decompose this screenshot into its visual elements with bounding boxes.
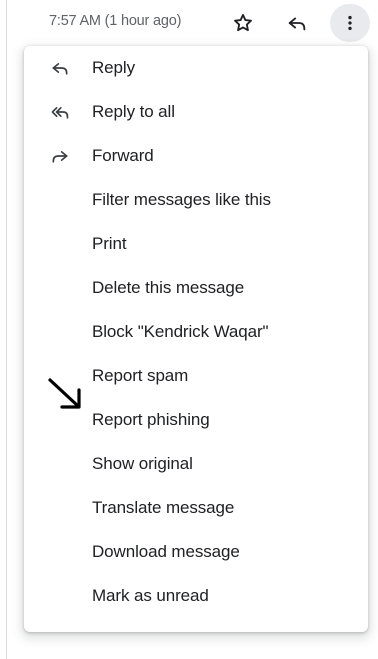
reply-all-icon bbox=[50, 102, 70, 122]
menu-item-delete-message[interactable]: Delete this message bbox=[24, 266, 368, 310]
menu-item-reply-to-all[interactable]: Reply to all bbox=[24, 90, 368, 134]
pointer-arrow-icon bbox=[48, 378, 81, 409]
menu-item-forward[interactable]: Forward bbox=[24, 134, 368, 178]
menu-item-translate-message[interactable]: Translate message bbox=[24, 486, 368, 530]
menu-item-print[interactable]: Print bbox=[24, 222, 368, 266]
menu-item-label: Download message bbox=[92, 542, 240, 561]
menu-item-filter-messages[interactable]: Filter messages like this bbox=[24, 178, 368, 222]
menu-item-label: Translate message bbox=[92, 498, 235, 517]
message-timestamp: 7:57 AM (1 hour ago) bbox=[49, 13, 182, 29]
reply-icon bbox=[288, 17, 306, 31]
menu-item-label: Reply to all bbox=[92, 102, 175, 121]
menu-item-reply[interactable]: Reply bbox=[24, 46, 368, 90]
menu-item-block-sender[interactable]: Block "Kendrick Waqar" bbox=[24, 310, 368, 354]
email-message-view: 7:57 AM (1 hour ago) Reply Reply to all … bbox=[0, 0, 378, 659]
menu-item-label: Filter messages like this bbox=[92, 190, 271, 209]
menu-item-label: Reply bbox=[92, 58, 135, 77]
menu-item-label: Forward bbox=[92, 146, 154, 165]
menu-item-label: Block "Kendrick Waqar" bbox=[92, 322, 269, 341]
more-options-button[interactable] bbox=[330, 4, 370, 42]
star-button[interactable] bbox=[230, 10, 256, 36]
menu-item-download-message[interactable]: Download message bbox=[24, 530, 368, 574]
menu-item-label: Delete this message bbox=[92, 278, 245, 297]
menu-item-label: Report spam bbox=[92, 366, 189, 385]
menu-item-mark-as-unread[interactable]: Mark as unread bbox=[24, 574, 368, 618]
menu-item-label: Print bbox=[92, 234, 127, 253]
menu-item-label: Show original bbox=[92, 454, 193, 473]
reply-button[interactable] bbox=[284, 10, 310, 36]
star-outline-icon bbox=[234, 14, 252, 32]
menu-item-label: Mark as unread bbox=[92, 586, 209, 605]
forward-icon bbox=[50, 146, 70, 166]
more-vertical-icon bbox=[348, 15, 352, 31]
more-options-menu: Reply Reply to all Forward Filter messag… bbox=[24, 46, 368, 632]
menu-item-label: Report phishing bbox=[92, 410, 210, 429]
menu-item-show-original[interactable]: Show original bbox=[24, 442, 368, 486]
message-header: 7:57 AM (1 hour ago) bbox=[0, 0, 378, 46]
pane-divider bbox=[6, 0, 7, 659]
reply-icon bbox=[50, 58, 70, 78]
